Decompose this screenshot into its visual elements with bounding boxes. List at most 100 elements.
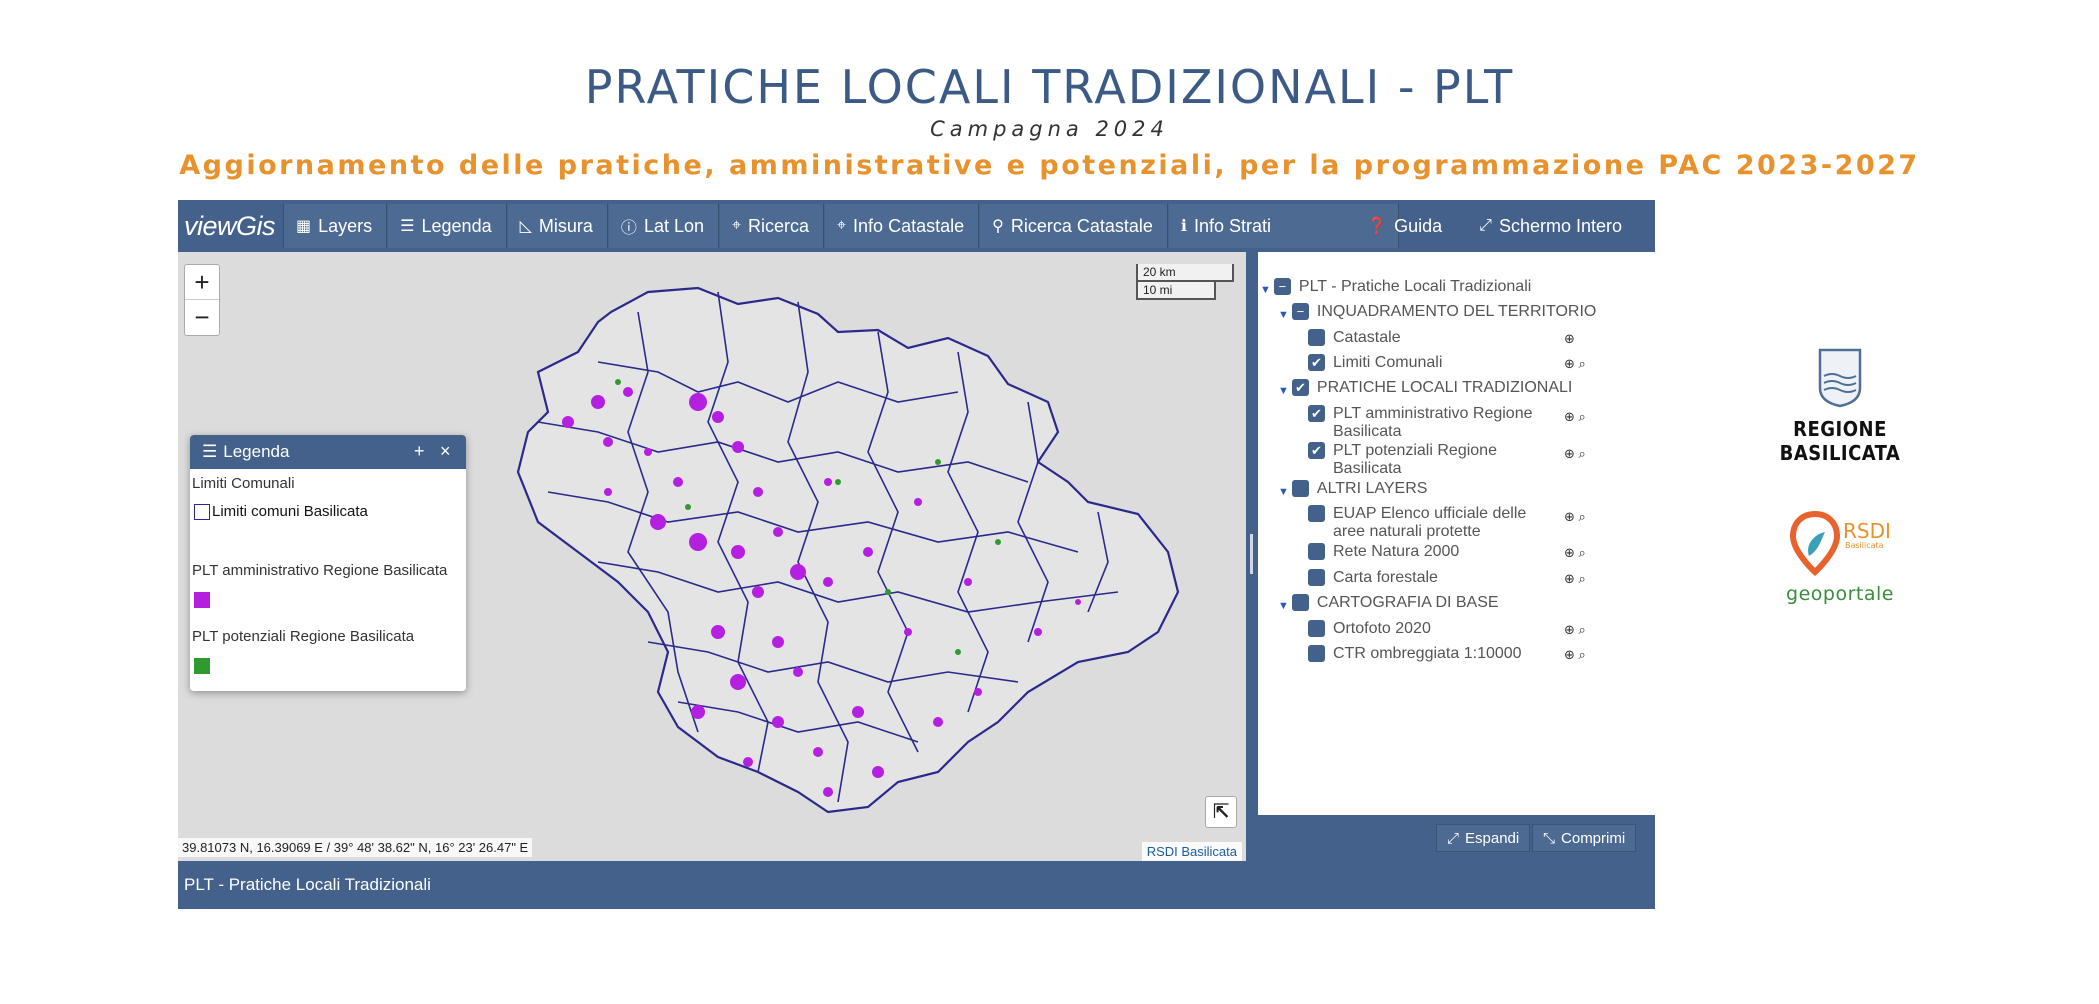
tree-checkbox[interactable] xyxy=(1308,329,1325,346)
toolbar-right: ❓ Guida ⤢ Schermo Intero xyxy=(1349,204,1641,248)
list-icon: ☰ xyxy=(202,442,218,461)
tree-checkbox[interactable] xyxy=(1291,480,1309,497)
toolbar-label: Info Catastale xyxy=(853,215,965,236)
toolbar-ricerca-button[interactable]: ⌖ Ricerca xyxy=(720,204,825,248)
layer-tree: ▼ − PLT - Pratiche Locali Tradizionali ▼ − I… xyxy=(1258,252,1655,815)
caret-down-icon[interactable]: ▼ xyxy=(1278,597,1289,615)
zoom-out-button[interactable]: − xyxy=(185,300,219,335)
tree-layer[interactable]: ✔ PLT potenziali Regione Basilicata xyxy=(1308,442,1548,478)
tree-layer[interactable]: Carta forestale xyxy=(1308,569,1438,587)
download-zoom-icon[interactable]: ⊕ ⌕ xyxy=(1564,356,1586,372)
map-attribution[interactable]: RSDI Basilicata xyxy=(1141,842,1242,861)
tree-label: PRATICHE LOCALI TRADIZIONALI xyxy=(1316,379,1573,396)
toolbar-misura-button[interactable]: ◺ Misura xyxy=(507,204,608,248)
download-zoom-icon[interactable]: ⊕ ⌕ xyxy=(1564,571,1586,587)
caret-down-icon[interactable]: ▼ xyxy=(1278,306,1289,324)
compress-icon: ⤡ xyxy=(1543,829,1556,847)
splitter-grip[interactable] xyxy=(1250,534,1253,574)
question-icon: ❓ xyxy=(1367,218,1388,235)
tree-layer[interactable]: ✔ PLT amministrativo Regione Basilicata xyxy=(1308,405,1548,441)
legend-section-title: PLT potenziali Regione Basilicata xyxy=(192,628,415,645)
toolbar-label: Legenda xyxy=(421,215,492,236)
map-view[interactable]: + − 20 km 10 mi ☰ Legenda + × Limiti Com… xyxy=(178,252,1246,861)
regione-shield-icon xyxy=(1818,348,1862,408)
tree-group[interactable]: ▼ ✔ PRATICHE LOCALI TRADIZIONALI xyxy=(1278,379,1572,400)
toolbar-latlon-button[interactable]: ⓘ Lat Lon xyxy=(608,204,719,248)
legend-section-title: PLT amministrativo Regione Basilicata xyxy=(192,562,448,579)
map-marker-icon: ⌖ xyxy=(732,217,742,234)
tree-group[interactable]: ▼ CARTOGRAFIA DI BASE xyxy=(1278,594,1499,615)
toolbar-legenda-button[interactable]: ☰ Legenda xyxy=(388,204,507,248)
download-zoom-icon[interactable]: ⊕ ⌕ xyxy=(1564,409,1586,425)
toolbar-label: Schermo Intero xyxy=(1498,215,1622,236)
download-icon[interactable]: ⊕ xyxy=(1564,331,1575,347)
tree-checkbox[interactable] xyxy=(1308,569,1325,586)
status-bar: PLT - Pratiche Locali Tradizionali xyxy=(178,861,1655,909)
download-zoom-icon[interactable]: ⊕ ⌕ xyxy=(1564,647,1586,663)
download-zoom-icon[interactable]: ⊕ ⌕ xyxy=(1564,509,1586,525)
tree-layer[interactable]: CTR ombreggiata 1:10000 xyxy=(1308,645,1522,663)
tree-checkbox[interactable]: ✔ xyxy=(1308,442,1325,459)
espandi-button[interactable]: ⤢ Espandi xyxy=(1436,824,1531,852)
legend-close-button[interactable]: × xyxy=(440,441,451,462)
caret-down-icon[interactable]: ▼ xyxy=(1260,281,1271,299)
tree-checkbox[interactable]: ✔ xyxy=(1291,379,1309,396)
ruler-icon: ◺ xyxy=(519,218,532,235)
legend-swatch-potenziali xyxy=(194,658,210,674)
regione-basilicata-logo[interactable]: REGIONE BASILICATA xyxy=(1730,348,1950,465)
tree-label: CTR ombreggiata 1:10000 xyxy=(1333,645,1522,662)
panel-splitter[interactable] xyxy=(1246,252,1258,861)
tree-checkbox[interactable] xyxy=(1308,505,1325,522)
expand-icon: ⤢ xyxy=(1447,829,1460,847)
toolbar-label: Misura xyxy=(538,215,593,236)
legend-title: Legenda xyxy=(223,442,290,461)
comprimi-button[interactable]: ⤡ Comprimi xyxy=(1532,824,1637,852)
page-banner: Aggiornamento delle pratiche, amministra… xyxy=(179,150,1920,181)
download-zoom-icon[interactable]: ⊕ ⌕ xyxy=(1564,622,1586,638)
caret-down-icon[interactable]: ▼ xyxy=(1278,483,1289,501)
tree-checkbox[interactable]: − xyxy=(1291,303,1309,320)
tree-checkbox[interactable]: − xyxy=(1273,278,1291,295)
tree-layer[interactable]: Catastale xyxy=(1308,329,1401,347)
caret-down-icon[interactable]: ▼ xyxy=(1278,382,1289,400)
toolbar-label: Ricerca Catastale xyxy=(1010,215,1153,236)
tree-group[interactable]: ▼ − INQUADRAMENTO DEL TERRITORIO xyxy=(1278,303,1596,324)
download-zoom-icon[interactable]: ⊕ ⌕ xyxy=(1564,545,1586,561)
tree-label: Catastale xyxy=(1333,329,1401,346)
rsdi-sub-label: Basilicata xyxy=(1845,541,1884,550)
tree-group[interactable]: ▼ ALTRI LAYERS xyxy=(1278,480,1427,501)
toolbar-info-catastale-button[interactable]: ⌖ Info Catastale xyxy=(825,204,980,248)
tree-checkbox[interactable] xyxy=(1308,543,1325,560)
toolbar-fullscreen-button[interactable]: ⤢ Schermo Intero xyxy=(1461,204,1640,248)
legend-window[interactable]: ☰ Legenda + × Limiti Comunali Limiti com… xyxy=(190,435,466,691)
toolbar-label: Layers xyxy=(318,215,373,236)
tree-root[interactable]: ▼ − PLT - Pratiche Locali Tradizionali xyxy=(1260,278,1531,299)
list-icon: ☰ xyxy=(400,218,415,235)
tree-layer[interactable]: EUAP Elenco ufficiale delle aree natural… xyxy=(1308,505,1558,541)
tree-layer[interactable]: Rete Natura 2000 xyxy=(1308,543,1459,561)
toolbar-layers-button[interactable]: ▦ Layers xyxy=(283,204,388,248)
tree-label: Rete Natura 2000 xyxy=(1333,543,1460,560)
toolbar-ricerca-catastale-button[interactable]: ⚲ Ricerca Catastale xyxy=(980,204,1168,248)
legend-section-title: Limiti Comunali xyxy=(192,475,295,492)
legend-add-button[interactable]: + xyxy=(414,441,425,462)
tree-checkbox[interactable] xyxy=(1308,645,1325,662)
tree-checkbox[interactable]: ✔ xyxy=(1308,354,1325,371)
tree-layer[interactable]: Ortofoto 2020 xyxy=(1308,620,1431,638)
regione-label: REGIONE BASILICATA xyxy=(1779,417,1901,465)
toolbar-guida-button[interactable]: ❓ Guida xyxy=(1349,204,1460,248)
tree-checkbox[interactable] xyxy=(1291,594,1309,611)
legend-header[interactable]: ☰ Legenda + × xyxy=(190,435,466,469)
map-marker-icon: ⌖ xyxy=(837,217,847,234)
tree-label: PLT - Pratiche Locali Tradizionali xyxy=(1298,278,1532,295)
tree-checkbox[interactable]: ✔ xyxy=(1308,405,1325,422)
tree-layer[interactable]: ✔ Limiti Comunali xyxy=(1308,354,1442,372)
page-subtitle: Campagna 2024 xyxy=(930,117,1169,141)
geoportale-label: geoportale xyxy=(1786,583,1894,605)
rsdi-geoportale-logo[interactable]: RSDI Basilicata geoportale xyxy=(1780,508,1900,605)
download-zoom-icon[interactable]: ⊕ ⌕ xyxy=(1564,446,1586,462)
zoom-in-button[interactable]: + xyxy=(185,265,219,300)
tree-checkbox[interactable] xyxy=(1308,620,1325,637)
tree-label: CARTOGRAFIA DI BASE xyxy=(1316,594,1499,611)
expand-map-button[interactable]: ⇱ xyxy=(1205,796,1237,828)
